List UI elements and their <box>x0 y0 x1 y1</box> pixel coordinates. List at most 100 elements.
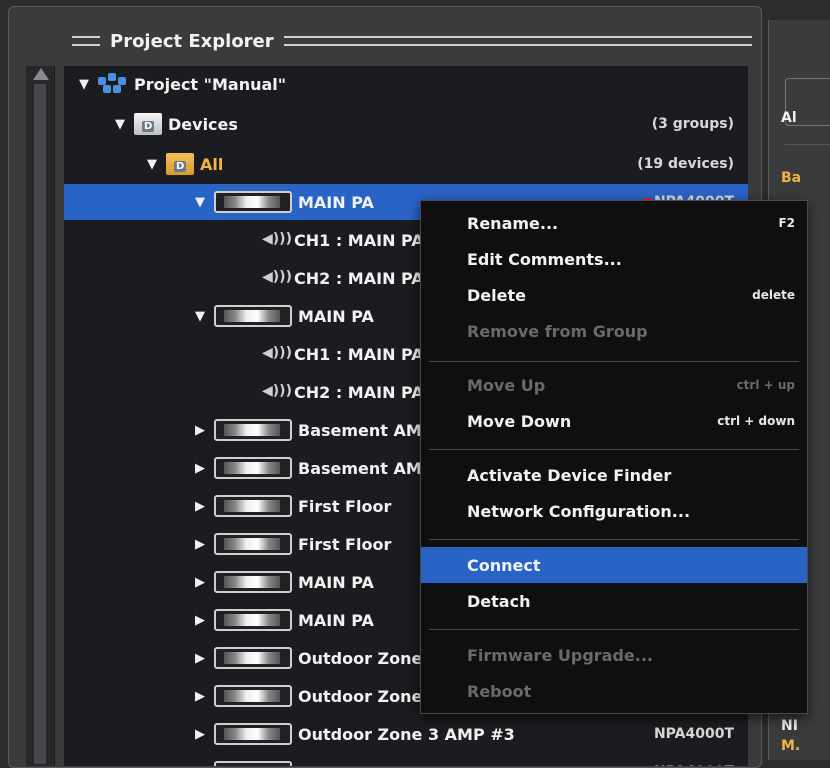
amplifier-icon <box>214 647 292 669</box>
tree-item-label: Basement AMP <box>298 420 434 440</box>
speaker-icon: ◀))) <box>262 345 292 361</box>
tree-item-label: First Floor <box>298 534 392 554</box>
menu-item-label: Move Down <box>467 411 572 431</box>
menu-item-label: Reboot <box>467 681 532 701</box>
menu-item: Remove from Group <box>421 313 807 349</box>
tree-row[interactable]: ▼ Devices (3 groups) <box>64 106 748 142</box>
chevron-right-icon[interactable]: ▶ <box>192 651 208 666</box>
speaker-icon: ◀))) <box>262 231 292 247</box>
chevron-down-icon[interactable]: ▼ <box>192 309 208 324</box>
amplifier-icon <box>214 723 292 745</box>
tree-item-label: CH2 : MAIN PA <box>294 268 424 288</box>
chevron-right-icon[interactable]: ▶ <box>192 765 208 767</box>
all-folder-icon <box>166 153 194 175</box>
menu-item-label: Edit Comments... <box>467 249 622 269</box>
tree-item-label: Devices <box>168 114 238 134</box>
tree-item-label: MAIN PA <box>298 306 374 326</box>
tree-item-label: Outdoor Zone 3 AMP #3 <box>298 724 515 744</box>
right-panel-label: NI <box>781 718 798 734</box>
menu-item-label: Connect <box>467 555 541 575</box>
devices-folder-icon <box>134 113 162 135</box>
tree-item-label: Basement AMP <box>298 458 434 478</box>
chevron-right-icon[interactable]: ▶ <box>192 613 208 628</box>
chevron-down-icon[interactable]: ▼ <box>192 195 208 210</box>
menu-item[interactable]: Network Configuration... <box>421 493 807 529</box>
menu-item: Reboot <box>421 673 807 709</box>
tree-item-info: (19 devices) <box>637 156 734 172</box>
tree-item-label: Outdoor Zone <box>298 686 423 706</box>
amplifier-icon <box>214 609 292 631</box>
scroll-up-icon[interactable] <box>33 68 49 80</box>
menu-item-label: Detach <box>467 591 531 611</box>
menu-item[interactable]: Delete delete <box>421 277 807 313</box>
tree-item-label: First Floor <box>298 496 392 516</box>
menu-item[interactable]: Activate Device Finder <box>421 457 807 493</box>
menu-item-label: Activate Device Finder <box>467 465 672 485</box>
tree-item-label: Safety Perimeter AMP #1 <box>298 763 527 767</box>
chevron-down-icon[interactable]: ▼ <box>144 157 160 172</box>
tree-item-label: Project "Manual" <box>134 74 287 94</box>
chevron-right-icon[interactable]: ▶ <box>192 727 208 742</box>
tree-item-label: CH2 : MAIN PA <box>294 382 424 402</box>
header-grip-line <box>283 36 752 46</box>
menu-item-label: Move Up <box>467 375 546 395</box>
tree-item-label: All <box>200 154 224 174</box>
context-menu: Rename... F2 Edit Comments... Delete delete R… <box>420 200 808 714</box>
tree-item-info: NPA4000T <box>653 726 734 742</box>
menu-separator <box>429 539 799 540</box>
chevron-right-icon[interactable]: ▶ <box>192 537 208 552</box>
tree-row[interactable]: ▼ All (19 devices) <box>64 146 748 182</box>
menu-separator <box>429 449 799 450</box>
chevron-right-icon[interactable]: ▶ <box>192 575 208 590</box>
menu-item-shortcut: delete <box>752 288 795 302</box>
amplifier-icon <box>214 685 292 707</box>
tree-row[interactable]: ▼ Project "Manual" <box>64 66 748 102</box>
amplifier-icon <box>214 533 292 555</box>
scroll-track[interactable] <box>34 84 46 764</box>
chevron-down-icon[interactable]: ▼ <box>76 77 92 92</box>
amplifier-icon <box>214 571 292 593</box>
menu-item: Firmware Upgrade... <box>421 637 807 673</box>
grip-icon[interactable] <box>72 36 100 46</box>
panel-header: Project Explorer <box>16 22 756 60</box>
tree-item-info: (3 groups) <box>651 116 734 132</box>
tree-row[interactable]: ▶ Safety Perimeter AMP #1 NPA4000T <box>64 754 748 766</box>
chevron-down-icon[interactable]: ▼ <box>112 117 128 132</box>
menu-item-shortcut: ctrl + down <box>717 414 795 428</box>
right-panel-label: Al <box>781 110 797 126</box>
tree-item-info: NPA4000T <box>654 764 734 766</box>
tree-item-label: MAIN PA <box>298 192 374 212</box>
menu-item-shortcut: F2 <box>778 216 795 230</box>
speaker-icon: ◀))) <box>262 269 292 285</box>
amplifier-icon <box>214 419 292 441</box>
tree-item-label: CH1 : MAIN PA <box>294 230 424 250</box>
tree-item-label: MAIN PA <box>298 572 374 592</box>
tree-item-label: Outdoor Zone <box>298 648 423 668</box>
panel-title: Project Explorer <box>110 30 274 52</box>
menu-item[interactable]: Edit Comments... <box>421 241 807 277</box>
menu-item[interactable]: Rename... F2 <box>421 205 807 241</box>
menu-item[interactable]: Move Down ctrl + down <box>421 403 807 439</box>
project-icon <box>98 73 128 95</box>
chevron-right-icon[interactable]: ▶ <box>192 499 208 514</box>
menu-item-label: Remove from Group <box>467 321 648 341</box>
amplifier-icon <box>214 305 292 327</box>
menu-item[interactable]: Connect <box>421 547 807 583</box>
speaker-icon: ◀))) <box>262 383 292 399</box>
tree-item-label: CH1 : MAIN PA <box>294 344 424 364</box>
tree-row[interactable]: ▶ Outdoor Zone 3 AMP #3 NPA4000T <box>64 716 748 752</box>
menu-item-label: Firmware Upgrade... <box>467 645 653 665</box>
menu-item-shortcut: ctrl + up <box>736 378 795 392</box>
amplifier-icon <box>214 495 292 517</box>
vertical-scrollbar[interactable] <box>26 66 55 766</box>
chevron-right-icon[interactable]: ▶ <box>192 461 208 476</box>
menu-separator <box>429 629 799 630</box>
amplifier-icon <box>214 761 292 766</box>
chevron-right-icon[interactable]: ▶ <box>192 689 208 704</box>
menu-item-label: Delete <box>467 285 526 305</box>
menu-separator <box>429 361 799 362</box>
menu-item[interactable]: Detach <box>421 583 807 619</box>
menu-item-label: Rename... <box>467 213 559 233</box>
chevron-right-icon[interactable]: ▶ <box>192 423 208 438</box>
right-panel-label: M. <box>781 738 801 754</box>
